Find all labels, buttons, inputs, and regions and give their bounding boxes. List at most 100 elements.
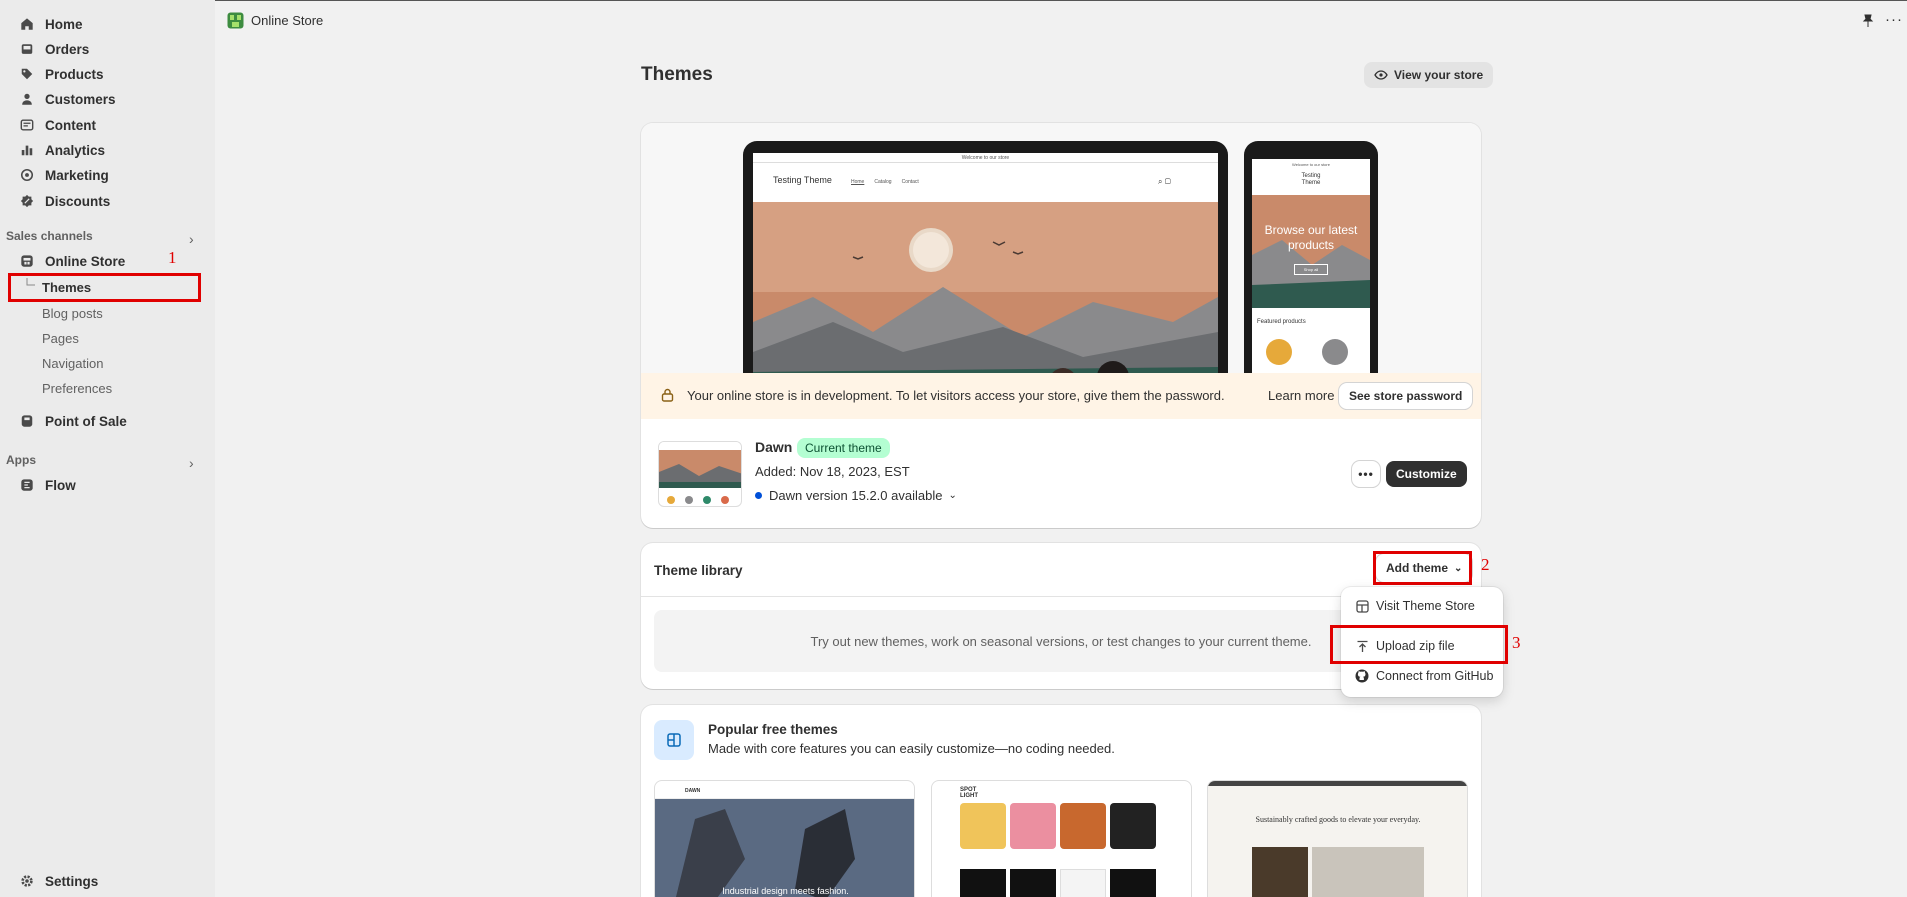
popular-themes-title: Popular free themes (708, 722, 838, 737)
theme-actions-button[interactable]: ••• (1352, 461, 1380, 487)
lock-icon (661, 388, 674, 405)
product-hat-image (1060, 803, 1106, 849)
flow-icon (19, 477, 35, 493)
sidebar-item-orders[interactable]: Orders (0, 37, 205, 61)
popular-theme-thumbnail[interactable]: DAWN Industrial design meets fashion. (654, 780, 915, 897)
product-hat-image (1110, 803, 1156, 849)
discount-icon (19, 193, 35, 209)
store-icon (19, 253, 35, 269)
sidebar-item-settings[interactable]: Settings (0, 869, 205, 893)
see-store-password-button[interactable]: See store password (1339, 383, 1473, 409)
chevron-down-icon: ⌄ (948, 490, 957, 501)
gear-icon (19, 873, 35, 889)
thumb-product-image (1312, 847, 1424, 897)
annotation-number: 1 (168, 248, 177, 267)
phone-product-image (1322, 339, 1348, 365)
phone-shop-button: Shop all (1294, 264, 1328, 275)
annotation-box (1373, 551, 1472, 585)
sidebar-item-discounts[interactable]: Discounts (0, 189, 205, 213)
connect-github-option[interactable]: Connect from GitHub (1354, 665, 1493, 687)
banner-message: Your online store is in development. To … (687, 388, 1225, 403)
store-icon (1354, 598, 1370, 614)
pos-icon (19, 413, 35, 429)
thumb-caption: Sustainably crafted goods to elevate you… (1255, 815, 1421, 824)
thumb-brand: DAWN (655, 781, 914, 799)
sidebar-subitem-preferences[interactable]: Preferences (42, 377, 112, 399)
person-icon (19, 91, 35, 107)
learn-more-link[interactable]: Learn more (1268, 388, 1334, 403)
top-bar-title: Online Store (251, 13, 324, 28)
sidebar-item-flow[interactable]: Flow (0, 473, 205, 497)
development-banner: Your online store is in development. To … (641, 373, 1481, 419)
phone-brand: Testing Theme (1301, 173, 1321, 186)
popular-theme-thumbnail[interactable]: Sustainably crafted goods to elevate you… (1207, 780, 1468, 897)
phone-welcome: Welcome to our store (1292, 162, 1330, 167)
thumb-topbar (1208, 781, 1467, 786)
theme-thumbnail (658, 441, 742, 507)
thumb-caption: Industrial design meets fashion. (722, 886, 849, 896)
theme-library-title: Theme library (654, 563, 743, 578)
annotation-box (1330, 625, 1508, 664)
target-icon (19, 167, 35, 183)
sidebar-item-products[interactable]: Products (0, 62, 205, 86)
desktop-preview: Welcome to our store Testing Theme Home … (743, 141, 1228, 373)
current-theme-card: Welcome to our store Testing Theme Home … (641, 123, 1481, 528)
sidebar-item-label: Analytics (45, 142, 106, 158)
sidebar-item-analytics[interactable]: Analytics (0, 138, 205, 162)
preview-welcome-bar: Welcome to our store (753, 153, 1218, 163)
sidebar-item-home[interactable]: Home (0, 12, 205, 36)
thumb-brand: SPOT LIGHT (960, 787, 978, 799)
product-shirt-image (1110, 869, 1156, 897)
phone-featured: Featured products (1257, 319, 1306, 325)
preview-nav: Home Catalog Contact (851, 179, 919, 185)
sidebar-item-point-of-sale[interactable]: Point of Sale (0, 409, 205, 433)
popular-theme-thumbnail[interactable]: SPOT LIGHT (931, 780, 1192, 897)
thumb-product-image (1252, 847, 1308, 897)
sidebar-subitem-navigation[interactable]: Navigation (42, 352, 103, 374)
online-store-logo-icon (227, 12, 244, 29)
sidebar-item-label: Flow (45, 477, 76, 493)
sidebar-item-label: Point of Sale (45, 413, 127, 429)
phone-hero: Browse our latest products Shop all (1252, 195, 1370, 308)
more-options-icon[interactable]: ··· (1885, 11, 1903, 28)
visit-theme-store-option[interactable]: Visit Theme Store (1354, 595, 1475, 617)
dropdown-item-label: Visit Theme Store (1376, 599, 1475, 613)
sidebar-item-label: Content (45, 117, 96, 133)
phone-product-image (1266, 339, 1292, 365)
annotation-number: 2 (1481, 555, 1490, 574)
preview-nav-item: Contact (901, 179, 919, 185)
product-shirt-image (1060, 869, 1106, 897)
inbox-icon (19, 41, 35, 57)
sidebar-subitem-blog-posts[interactable]: Blog posts (42, 302, 103, 324)
annotation-number: 3 (1512, 633, 1521, 652)
sidebar-item-content[interactable]: Content (0, 113, 205, 137)
view-store-button[interactable]: View your store (1364, 62, 1494, 88)
sidebar-item-label: Marketing (45, 167, 109, 183)
content-icon (19, 117, 35, 133)
current-theme-badge: Current theme (797, 438, 890, 458)
product-shirt-image (960, 869, 1006, 897)
product-shirt-image (1010, 869, 1056, 897)
sidebar-item-customers[interactable]: Customers (0, 87, 205, 111)
pin-icon[interactable] (1862, 14, 1874, 30)
update-dot-icon (755, 492, 762, 499)
theme-store-icon (654, 720, 694, 760)
theme-version-update[interactable]: Dawn version 15.2.0 available ⌄ (755, 488, 957, 503)
top-bar: Online Store ··· (215, 0, 1907, 41)
customize-button[interactable]: Customize (1386, 461, 1467, 487)
popular-themes-subtitle: Made with core features you can easily c… (708, 741, 1115, 756)
phone-hero-text: Browse our latest products (1264, 223, 1358, 252)
chevron-right-icon[interactable]: › (189, 232, 201, 246)
popular-themes-card: Popular free themes Made with core featu… (641, 705, 1481, 897)
chevron-right-icon[interactable]: › (189, 456, 201, 470)
annotation-box (8, 273, 201, 302)
sidebar-item-label: Online Store (45, 253, 126, 269)
sidebar-item-label: Orders (45, 41, 90, 57)
hero-illustration (753, 202, 1218, 373)
mobile-preview: Welcome to our store Testing Theme Brows… (1244, 141, 1378, 373)
sidebar-subitem-pages[interactable]: Pages (42, 327, 79, 349)
sidebar-item-marketing[interactable]: Marketing (0, 163, 205, 187)
page-title: Themes (641, 64, 713, 85)
github-icon (1354, 668, 1370, 684)
sidebar-item-label: Settings (45, 873, 99, 889)
